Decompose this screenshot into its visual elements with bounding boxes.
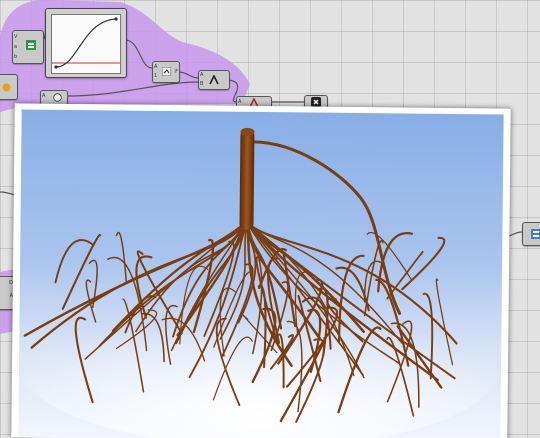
multiply-icon — [311, 97, 321, 107]
port-label: F — [175, 69, 178, 75]
graph-mapper-component[interactable] — [45, 8, 127, 78]
panel-icon — [53, 93, 62, 102]
graph-mapper-plot[interactable] — [51, 14, 121, 74]
port-label: a — [14, 44, 18, 50]
graph-mapper-icon — [52, 17, 120, 69]
root-strand — [401, 236, 446, 291]
component-icon — [2, 83, 11, 92]
port-label: V — [14, 34, 18, 40]
port-label: A — [42, 93, 46, 99]
component-icon — [531, 229, 540, 239]
power-component[interactable]: A B — [198, 70, 230, 90]
range-icon — [162, 67, 171, 76]
range-component[interactable]: A 1 F — [152, 61, 180, 83]
port-label: A — [154, 64, 158, 70]
port-label: A — [200, 72, 204, 78]
port-label: A — [238, 99, 242, 105]
port-label: 1 — [154, 73, 158, 79]
power-icon — [209, 75, 219, 85]
grasshopper-canvas[interactable]: V a b A 1 F A B A A D A — [0, 0, 540, 438]
root-system-icon — [19, 127, 500, 438]
root-strand — [54, 239, 95, 284]
panel-icon — [26, 40, 36, 50]
root-strand — [115, 231, 127, 283]
port-label: B — [200, 81, 204, 87]
root-strand — [366, 232, 412, 280]
input-params-component[interactable]: V a b — [12, 30, 44, 64]
root-strand — [377, 231, 414, 293]
render-preview-image — [11, 103, 511, 438]
param-left-component[interactable] — [0, 74, 18, 100]
port-label: b — [14, 54, 18, 60]
right-edge-component[interactable] — [522, 222, 540, 246]
